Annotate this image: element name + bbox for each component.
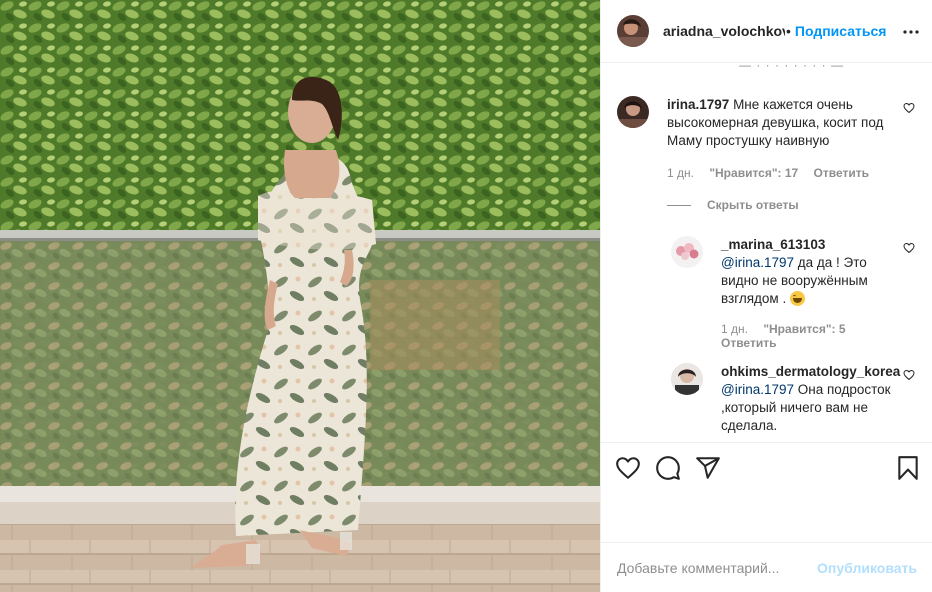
comment-time[interactable]: 1 дн. <box>667 166 694 180</box>
post-comment-button[interactable]: Опубликовать <box>817 560 917 576</box>
reply-meta: 1 дн. "Нравится": 5 Ответить <box>721 322 895 350</box>
reply-mention[interactable]: @irina.1797 <box>721 382 794 397</box>
reply-item: ohkims_dermatology_korea @irina.1797 Она… <box>671 363 917 442</box>
grinning-emoji-icon <box>789 291 805 306</box>
post-photo[interactable] <box>0 0 600 592</box>
hide-replies-line <box>667 204 691 206</box>
reply-body: ohkims_dermatology_korea @irina.1797 Она… <box>721 363 900 435</box>
heart-icon[interactable] <box>903 242 915 254</box>
reply-reply-button[interactable]: Ответить <box>721 336 776 350</box>
more-options-icon[interactable] <box>903 24 919 40</box>
comment-username[interactable]: irina.1797 <box>667 97 729 112</box>
comments-list[interactable]: — · · · · · · · · — irina.1797 Мне кажет… <box>601 64 932 442</box>
post-header: ariadna_volochkova • Подписаться <box>601 0 932 63</box>
comment-body: irina.1797 Мне кажется очень высокомерна… <box>667 96 891 182</box>
comment-icon[interactable] <box>655 455 681 481</box>
add-comment-input[interactable] <box>617 559 818 576</box>
post-actions-bar <box>601 442 932 494</box>
reply-username[interactable]: ohkims_dermatology_korea <box>721 364 900 379</box>
share-icon[interactable] <box>695 455 721 481</box>
reply-avatar[interactable] <box>671 236 703 268</box>
reply-username[interactable]: _marina_613103 <box>721 237 825 252</box>
follow-button[interactable]: Подписаться <box>795 23 887 39</box>
hide-replies-button[interactable]: Скрыть ответы <box>667 198 799 212</box>
reply-body: _marina_613103 @irina.1797 да да ! Это в… <box>721 236 895 350</box>
reply-time[interactable]: 1 дн. <box>721 322 748 336</box>
hide-replies-label: Скрыть ответы <box>707 198 799 212</box>
comment-reply-button[interactable]: Ответить <box>814 166 869 180</box>
header-separator: • <box>786 23 791 39</box>
post-side-panel: ariadna_volochkova • Подписаться — · · ·… <box>600 0 932 592</box>
reply-avatar[interactable] <box>671 363 703 395</box>
heart-icon[interactable] <box>615 455 641 481</box>
comment-meta: 1 дн. "Нравится": 17 Ответить <box>667 164 891 182</box>
clipped-previous-comment: — · · · · · · · · — <box>601 64 932 70</box>
heart-icon[interactable] <box>903 102 915 114</box>
reply-item: _marina_613103 @irina.1797 да да ! Это в… <box>671 236 917 350</box>
post-photo-illustration <box>0 0 600 592</box>
add-comment-bar: Опубликовать <box>601 542 932 592</box>
comment-likes[interactable]: "Нравится": 17 <box>709 166 798 180</box>
bookmark-icon[interactable] <box>895 455 921 481</box>
commenter-avatar[interactable] <box>617 96 649 128</box>
reply-likes[interactable]: "Нравится": 5 <box>763 322 845 336</box>
instagram-post-modal: ariadna_volochkova • Подписаться — · · ·… <box>0 0 932 592</box>
comment-item: irina.1797 Мне кажется очень высокомерна… <box>617 96 917 206</box>
author-username[interactable]: ariadna_volochkova <box>663 23 785 39</box>
reply-mention[interactable]: @irina.1797 <box>721 255 794 270</box>
author-avatar[interactable] <box>617 15 649 47</box>
heart-icon[interactable] <box>903 369 915 381</box>
